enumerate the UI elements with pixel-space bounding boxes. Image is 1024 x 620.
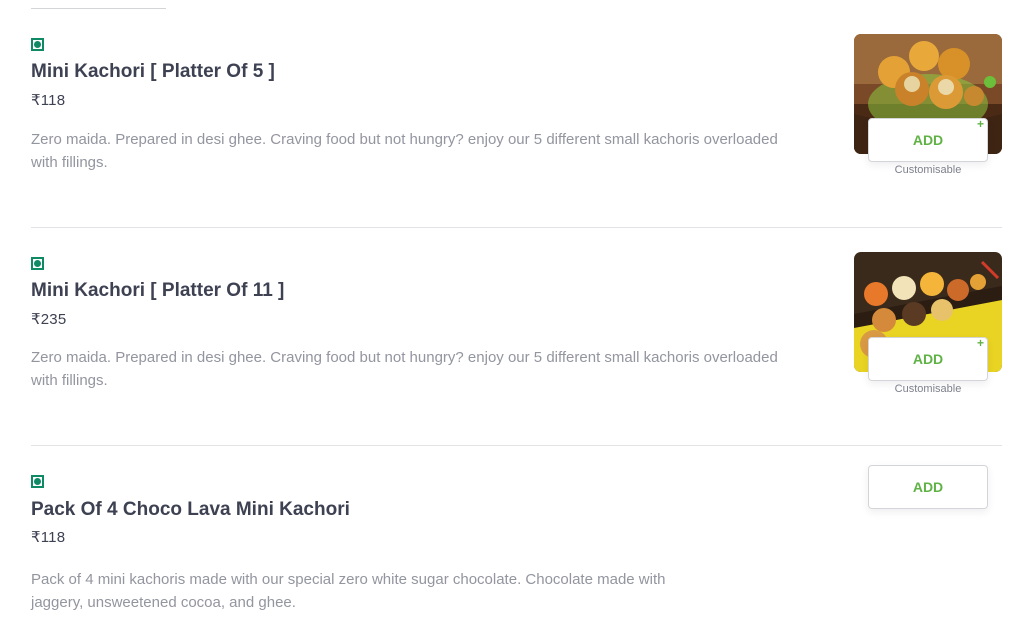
add-button-label: ADD [912,351,944,367]
veg-icon [31,257,44,270]
veg-dot [34,478,41,485]
add-button-label: ADD [912,479,944,495]
plus-icon: + [976,336,984,350]
add-button[interactable]: ADD + [868,118,988,162]
item-description: Pack of 4 mini kachoris made with our sp… [31,571,666,611]
add-button[interactable]: ADD [868,465,988,509]
customisable-label: Customisable [894,164,962,176]
add-button[interactable]: ADD + [868,337,988,381]
item-name: Mini Kachori [ Platter Of 11 ] [31,280,285,301]
item-name: Mini Kachori [ Platter Of 5 ] [31,61,275,82]
item-price: ₹118 [31,529,66,546]
item-description: Zero maida. Prepared in desi ghee. Cravi… [31,131,778,171]
item-price: ₹235 [31,311,67,328]
item-name: Pack Of 4 Choco Lava Mini Kachori [31,499,350,520]
veg-icon [31,475,44,488]
veg-dot [34,41,41,48]
item-divider [31,227,1002,228]
top-divider [31,8,166,9]
item-price: ₹118 [31,92,66,109]
plus-icon: + [976,117,984,131]
item-description: Zero maida. Prepared in desi ghee. Cravi… [31,349,778,389]
veg-icon [31,38,44,51]
customisable-label: Customisable [894,383,962,395]
item-divider [31,445,1002,446]
add-button-label: ADD [912,132,944,148]
veg-dot [34,260,41,267]
